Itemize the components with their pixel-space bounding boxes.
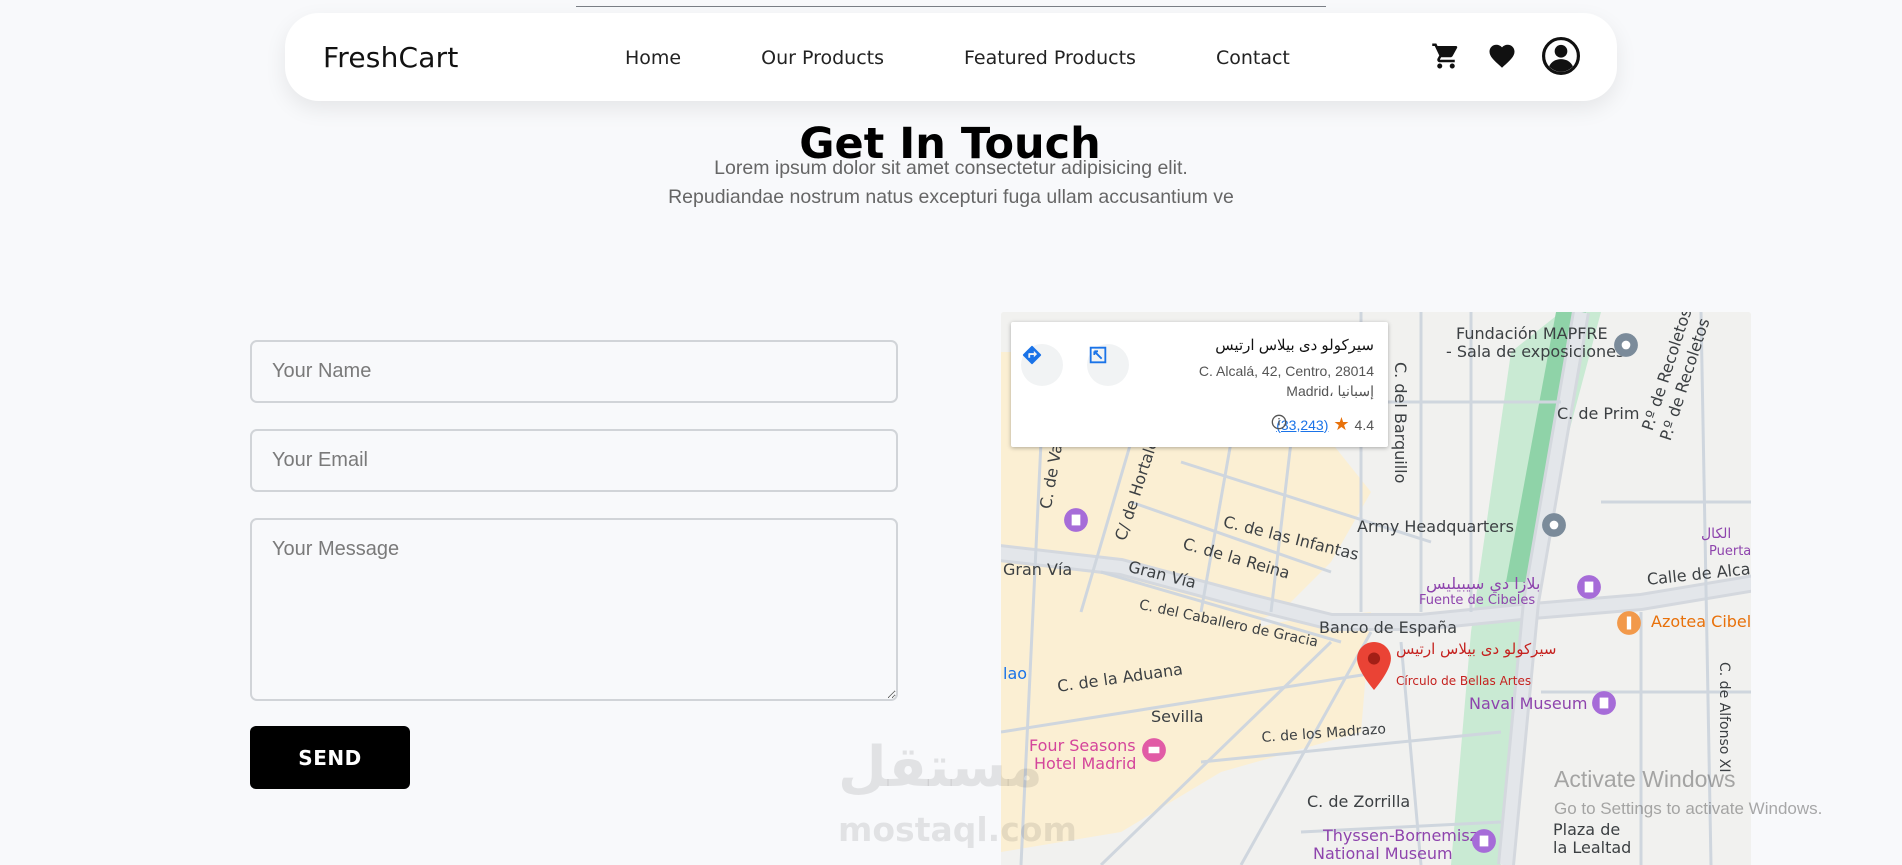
map-label-cibeles-ar: بلازا دي سيبيليس (1426, 574, 1541, 593)
army-pin-icon[interactable] (1541, 512, 1567, 538)
cart-icon[interactable] (1430, 41, 1462, 71)
nav-link-contact[interactable]: Contact (1216, 47, 1290, 69)
map-label-prim: C. de Prim (1557, 404, 1640, 423)
map-label-sevilla: Sevilla (1151, 707, 1204, 726)
hotel-pin-icon[interactable] (1141, 737, 1167, 763)
thyssen-pin-icon[interactable] (1471, 828, 1497, 854)
map-label-circulo-ar: سيركولو دى بيلاس ارتيس (1396, 640, 1557, 658)
rating-value: 4.4 (1354, 416, 1374, 433)
poi-pin-icon[interactable] (1063, 507, 1089, 533)
watermark-latin: mostaql.com (838, 810, 1077, 849)
museum-pin-icon[interactable] (1613, 332, 1639, 358)
nav-link-home[interactable]: Home (625, 47, 681, 69)
user-icon[interactable] (1542, 37, 1580, 75)
map-label-fundacion: Fundación MAPFRE (1456, 324, 1608, 343)
name-input[interactable] (250, 340, 898, 403)
map-label-granvia-1: Gran Vía (1003, 560, 1073, 579)
directions-icon (1022, 345, 1042, 365)
map-label-thyssen-2: National Museum (1313, 844, 1453, 863)
restaurant-pin-icon[interactable] (1616, 610, 1642, 636)
heart-icon[interactable] (1486, 41, 1518, 71)
map-label-lao: lao (1003, 664, 1028, 683)
nav-link-featured-products[interactable]: Featured Products (964, 47, 1136, 69)
place-address-line-2: Madrid، إسبانيا (1286, 383, 1374, 399)
map-label-naval: Naval Museum (1469, 694, 1588, 713)
activate-windows-subtitle: Go to Settings to activate Windows. (1554, 799, 1823, 818)
map-label-alfonso: C. de Alfonso XI (1716, 662, 1732, 773)
directions-button[interactable] (1021, 344, 1063, 386)
nav-links: Home Our Products Featured Products Cont… (625, 47, 1290, 69)
place-name[interactable]: سيركولو دى بيلاس ارتيس (1215, 336, 1374, 354)
map-marker-icon[interactable] (1357, 642, 1391, 690)
map-label-zorrilla: C. de Zorrilla (1307, 792, 1411, 811)
place-info-card: سيركولو دى بيلاس ارتيس C. Alcalá, 42, Ce… (1011, 322, 1388, 447)
top-divider (576, 6, 1326, 7)
place-address-line-1: C. Alcalá, 42, Centro, 28014 (1198, 363, 1374, 379)
nav-link-our-products[interactable]: Our Products (761, 47, 884, 69)
subtitle-line-1: Lorem ipsum dolor sit amet consectetur a… (714, 157, 1188, 179)
map-label-azotea: Azotea Cibele (1651, 612, 1751, 631)
watermark-arabic: مستقل (838, 735, 1043, 800)
map-label-plaza-2: la Lealtad (1553, 838, 1632, 857)
map-label-four-2: Hotel Madrid (1034, 754, 1137, 773)
enlarge-map-button[interactable] (1087, 344, 1129, 386)
subtitle-line-2: Repudiandae nostrum natus excepturi fuga… (668, 186, 1234, 208)
map-label-puerta: Puerta (1709, 544, 1751, 559)
naval-pin-icon[interactable] (1591, 690, 1617, 716)
map-label-four-1: Four Seasons (1029, 736, 1136, 755)
star-icon: ★ (1333, 414, 1350, 434)
map-label-barquillo: C. del Barquillo (1391, 362, 1410, 484)
map-label-circulo: Círculo de Bellas Artes (1396, 674, 1532, 688)
message-textarea[interactable] (250, 518, 898, 701)
map-label-thyssen-1: Thyssen-Bornemisza (1323, 826, 1488, 845)
brand-logo[interactable]: FreshCart (323, 41, 459, 74)
map-label-banco: Banco de España (1319, 618, 1458, 637)
cibeles-pin-icon[interactable] (1576, 574, 1602, 600)
map-label-cibeles: Fuente de Cibeles (1419, 593, 1536, 608)
email-input[interactable] (250, 429, 898, 492)
nav-icons (1430, 37, 1580, 75)
activate-windows-title: Activate Windows (1554, 766, 1736, 792)
map-label-kal: الكال (1701, 526, 1732, 542)
map-label-sala: - Sala de exposiciones (1446, 342, 1625, 361)
navbar: FreshCart Home Our Products Featured Pro… (285, 13, 1617, 101)
send-button[interactable]: SEND (250, 726, 410, 789)
map-label-army: Army Headquarters (1357, 517, 1514, 536)
place-rating: (33,243) ★ 4.4 (1271, 414, 1374, 435)
expand-icon (1089, 346, 1107, 364)
map-label-plaza-1: Plaza de (1553, 820, 1621, 839)
